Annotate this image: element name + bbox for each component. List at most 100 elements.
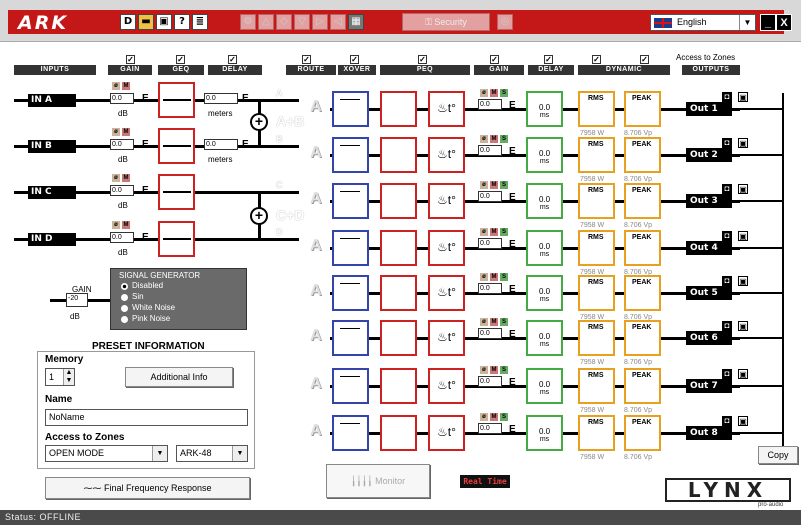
temperature-icon[interactable]: ♨t° <box>428 137 465 173</box>
document-icon[interactable]: ≣ <box>192 14 208 30</box>
mute-speaker-icon[interactable]: ◘ <box>722 321 732 331</box>
sync-icon[interactable]: ◇ <box>276 14 292 30</box>
phase-icon[interactable]: ø <box>480 273 488 281</box>
phase-icon[interactable]: ø <box>480 366 488 374</box>
temperature-icon[interactable]: ♨t° <box>428 230 465 266</box>
solo-icon[interactable]: S <box>500 413 508 421</box>
rms-limiter-box[interactable]: RMS <box>578 275 615 311</box>
peak-limiter-box[interactable]: PEAK <box>624 415 661 451</box>
settings-icon[interactable]: ◎ <box>497 14 513 30</box>
output-route-label[interactable]: A <box>310 327 322 345</box>
help-icon[interactable]: ? <box>174 14 190 30</box>
peq-box[interactable] <box>380 91 417 127</box>
output-delay-box[interactable]: 0.0 ms <box>526 137 563 173</box>
eq-edit-icon[interactable]: E <box>509 284 516 295</box>
send-icon[interactable]: ▷ <box>312 14 328 30</box>
input-gain-field[interactable]: 0.0 <box>110 139 134 150</box>
eq-edit-icon[interactable]: E <box>142 232 149 243</box>
peq-box[interactable] <box>380 183 417 219</box>
output-route-label[interactable]: A <box>310 422 322 440</box>
output-gain-field[interactable]: 0.0 <box>478 328 502 339</box>
output-route-label[interactable]: A <box>310 190 322 208</box>
mute-icon[interactable]: M <box>122 82 130 90</box>
mute-icon[interactable]: M <box>122 174 130 182</box>
xover-checkbox[interactable]: ✓ <box>350 55 359 64</box>
mute-speaker-icon[interactable]: ◘ <box>722 369 732 379</box>
peq-box[interactable] <box>380 230 417 266</box>
output-gain-field[interactable]: 0.0 <box>478 283 502 294</box>
save-icon[interactable]: ▣ <box>156 14 172 30</box>
rms-limiter-box[interactable]: RMS <box>578 137 615 173</box>
output-gain-field[interactable]: 0.0 <box>478 99 502 110</box>
peak-limiter-box[interactable]: PEAK <box>624 137 661 173</box>
peq-box[interactable] <box>380 415 417 451</box>
mute-speaker-icon[interactable]: ◘ <box>722 276 732 286</box>
radio-sin[interactable] <box>121 294 128 301</box>
output-delay-box[interactable]: 0.0 ms <box>526 275 563 311</box>
memory-spinner[interactable]: 1 ▲ ▼ <box>45 368 75 386</box>
mute-speaker-icon[interactable]: ◘ <box>722 184 732 194</box>
peq-checkbox[interactable]: ✓ <box>418 55 427 64</box>
mute-speaker-icon[interactable]: ◘ <box>722 92 732 102</box>
output-delay-box[interactable]: 0.0 ms <box>526 183 563 219</box>
dynamic2-checkbox[interactable]: ✓ <box>640 55 649 64</box>
minimize-button[interactable]: _ <box>760 14 776 31</box>
output-gain-field[interactable]: 0.0 <box>478 145 502 156</box>
peak-limiter-box[interactable]: PEAK <box>624 275 661 311</box>
output-delay-box[interactable]: 0.0 ms <box>526 320 563 356</box>
name-field[interactable]: NoName <box>45 409 248 426</box>
model-select[interactable]: ARK-48 ▼ <box>176 445 248 462</box>
xover-box[interactable] <box>332 415 369 451</box>
xover-box[interactable] <box>332 91 369 127</box>
gain2-checkbox[interactable]: ✓ <box>490 55 499 64</box>
output-gain-field[interactable]: 0.0 <box>478 376 502 387</box>
peq-box[interactable] <box>380 137 417 173</box>
mute-speaker-icon[interactable]: ◘ <box>722 231 732 241</box>
temperature-icon[interactable]: ♨t° <box>428 275 465 311</box>
phase-icon[interactable]: ø <box>480 181 488 189</box>
mute-icon[interactable]: M <box>490 366 498 374</box>
xover-box[interactable] <box>332 230 369 266</box>
mute-icon[interactable]: M <box>490 318 498 326</box>
mute-icon[interactable]: M <box>122 128 130 136</box>
temperature-icon[interactable]: ♨t° <box>428 183 465 219</box>
open-folder-icon[interactable]: ▬ <box>138 14 154 30</box>
lock-icon[interactable]: ▣ <box>738 321 748 331</box>
mute-speaker-icon[interactable]: ◘ <box>722 138 732 148</box>
new-file-icon[interactable]: D <box>120 14 136 30</box>
lock-icon[interactable]: ▣ <box>738 369 748 379</box>
rms-limiter-box[interactable]: RMS <box>578 91 615 127</box>
input-gain-field[interactable]: 0.0 <box>110 232 134 243</box>
output-route-label[interactable]: A <box>310 144 322 162</box>
solo-icon[interactable]: S <box>500 273 508 281</box>
additional-info-button[interactable]: Additional Info <box>125 367 233 387</box>
xover-box[interactable] <box>332 183 369 219</box>
temperature-icon[interactable]: ♨t° <box>428 91 465 127</box>
mute-speaker-icon[interactable]: ◘ <box>722 416 732 426</box>
lock-icon[interactable]: ▣ <box>738 276 748 286</box>
temperature-icon[interactable]: ♨t° <box>428 368 465 404</box>
xover-box[interactable] <box>332 368 369 404</box>
eq-edit-icon[interactable]: E <box>509 424 516 435</box>
peak-limiter-box[interactable]: PEAK <box>624 183 661 219</box>
output-route-label[interactable]: A <box>310 375 322 393</box>
copy-button[interactable]: Copy <box>758 446 798 464</box>
mute-icon[interactable]: M <box>490 135 498 143</box>
xover-box[interactable] <box>332 320 369 356</box>
lock-icon[interactable]: ▣ <box>738 231 748 241</box>
eq-edit-icon[interactable]: E <box>509 239 516 250</box>
phase-icon[interactable]: ø <box>480 413 488 421</box>
peq-box[interactable] <box>380 275 417 311</box>
eq-edit-icon[interactable]: E <box>509 100 516 111</box>
phase-icon[interactable]: ø <box>112 82 120 90</box>
output-gain-field[interactable]: 0.0 <box>478 191 502 202</box>
monitor-button[interactable]: ╽╽╽╽ Monitor <box>326 464 430 498</box>
close-button[interactable]: X <box>776 14 792 31</box>
peq-box[interactable] <box>380 320 417 356</box>
phase-icon[interactable]: ø <box>112 221 120 229</box>
solo-icon[interactable]: S <box>500 228 508 236</box>
mute-icon[interactable]: M <box>490 228 498 236</box>
output-route-label[interactable]: A <box>310 98 322 116</box>
output-delay-box[interactable]: 0.0 ms <box>526 415 563 451</box>
phase-icon[interactable]: ø <box>112 174 120 182</box>
